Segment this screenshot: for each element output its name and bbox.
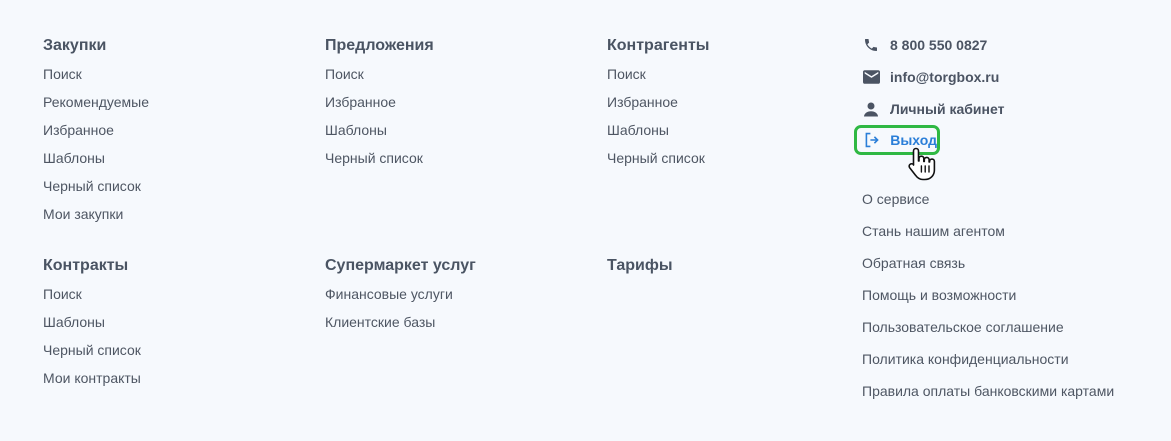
- link-kontragenty-search[interactable]: Поиск: [607, 65, 709, 83]
- account-label: Личный кабинет: [890, 101, 1005, 117]
- link-privacy-policy[interactable]: Политика конфиденциальности: [862, 350, 1114, 368]
- account-link[interactable]: Личный кабинет: [862, 99, 1004, 119]
- link-about[interactable]: О сервисе: [862, 190, 1114, 208]
- link-zakupki-my[interactable]: Мои закупки: [43, 205, 149, 223]
- link-become-agent[interactable]: Стань нашим агентом: [862, 222, 1114, 240]
- link-predlozheniya-blacklist[interactable]: Черный список: [325, 149, 434, 167]
- link-card-payment-rules[interactable]: Правила оплаты банковскими картами: [862, 382, 1114, 400]
- info-links-list: О сервисе Стань нашим агентом Обратная с…: [862, 190, 1114, 414]
- link-supermarket-clients[interactable]: Клиентские базы: [325, 313, 476, 331]
- section-title-zakupki[interactable]: Закупки: [43, 36, 149, 56]
- link-zakupki-favorites[interactable]: Избранное: [43, 121, 149, 139]
- link-predlozheniya-search[interactable]: Поиск: [325, 65, 434, 83]
- user-icon: [862, 100, 880, 118]
- section-title-kontrakty[interactable]: Контракты: [43, 256, 141, 276]
- link-supermarket-finance[interactable]: Финансовые услуги: [325, 285, 476, 303]
- section-tarify: Тарифы: [607, 256, 673, 276]
- logout-icon: [863, 131, 880, 149]
- link-zakupki-recommended[interactable]: Рекомендуемые: [43, 93, 149, 111]
- email-address: info@torgbox.ru: [890, 69, 1000, 85]
- link-kontrakty-blacklist[interactable]: Черный список: [43, 341, 141, 359]
- phone-number: 8 800 550 0827: [890, 37, 988, 53]
- link-kontrakty-search[interactable]: Поиск: [43, 285, 141, 303]
- link-predlozheniya-favorites[interactable]: Избранное: [325, 93, 434, 111]
- email-link[interactable]: info@torgbox.ru: [862, 67, 999, 87]
- section-zakupki: Закупки Поиск Рекомендуемые Избранное Ша…: [43, 36, 149, 223]
- link-kontragenty-blacklist[interactable]: Черный список: [607, 149, 709, 167]
- envelope-icon: [862, 68, 880, 86]
- link-kontragenty-templates[interactable]: Шаблоны: [607, 121, 709, 139]
- section-predlozheniya: Предложения Поиск Избранное Шаблоны Черн…: [325, 36, 434, 167]
- section-kontragenty: Контрагенты Поиск Избранное Шаблоны Черн…: [607, 36, 709, 167]
- hand-pointer-cursor-icon: [907, 146, 937, 182]
- section-title-predlozheniya[interactable]: Предложения: [325, 36, 434, 56]
- link-zakupki-blacklist[interactable]: Черный список: [43, 177, 149, 195]
- link-zakupki-search[interactable]: Поиск: [43, 65, 149, 83]
- link-help[interactable]: Помощь и возможности: [862, 286, 1114, 304]
- section-title-supermarket[interactable]: Супермаркет услуг: [325, 256, 476, 276]
- link-kontrakty-my[interactable]: Мои контракты: [43, 369, 141, 387]
- link-feedback[interactable]: Обратная связь: [862, 254, 1114, 272]
- phone-link[interactable]: 8 800 550 0827: [862, 35, 987, 55]
- section-title-kontragenty[interactable]: Контрагенты: [607, 36, 709, 56]
- link-kontrakty-templates[interactable]: Шаблоны: [43, 313, 141, 331]
- phone-icon: [862, 36, 880, 54]
- link-user-agreement[interactable]: Пользовательское соглашение: [862, 318, 1114, 336]
- section-supermarket: Супермаркет услуг Финансовые услуги Клие…: [325, 256, 476, 331]
- link-zakupki-templates[interactable]: Шаблоны: [43, 149, 149, 167]
- link-predlozheniya-templates[interactable]: Шаблоны: [325, 121, 434, 139]
- link-kontragenty-favorites[interactable]: Избранное: [607, 93, 709, 111]
- section-kontrakty: Контракты Поиск Шаблоны Черный список Мо…: [43, 256, 141, 387]
- section-title-tarify[interactable]: Тарифы: [607, 256, 673, 276]
